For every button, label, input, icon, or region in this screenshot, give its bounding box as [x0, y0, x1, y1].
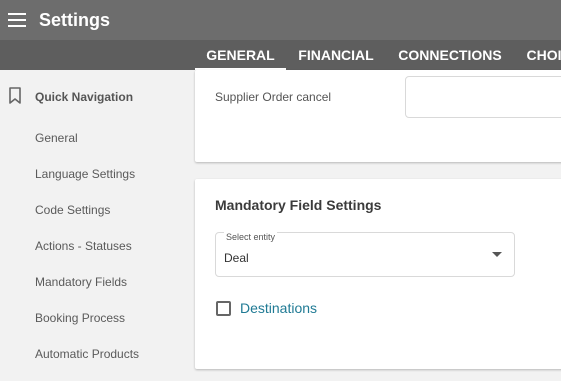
sidebar-item-general[interactable]: General: [35, 128, 78, 148]
tab-financial[interactable]: FINANCIAL: [286, 40, 386, 70]
select-entity-dropdown[interactable]: Select entity Deal: [215, 231, 515, 277]
hamburger-menu-icon: [8, 13, 26, 27]
select-entity-label: Select entity: [224, 231, 278, 243]
tab-connections[interactable]: CONNECTIONS: [386, 40, 514, 70]
destinations-checkbox[interactable]: [216, 300, 231, 316]
destinations-label[interactable]: Destinations: [240, 300, 317, 316]
destinations-checkbox-row[interactable]: Destinations: [216, 299, 317, 317]
tab-general[interactable]: GENERAL: [195, 40, 286, 70]
select-entity-value: Deal: [224, 251, 249, 265]
page-title: Settings: [39, 9, 111, 30]
tab-bar: GENERAL FINANCIAL CONNECTIONS CHOI: [0, 40, 561, 70]
sidebar-item-automatic-products[interactable]: Automatic Products: [35, 344, 139, 364]
app-root: Settings GENERAL FINANCIAL CONNECTIONS C…: [0, 0, 561, 381]
mandatory-field-settings-card: Mandatory Field Settings Select entity D…: [195, 179, 561, 369]
quick-navigation-title: Quick Navigation: [35, 90, 134, 104]
quick-navigation-sidebar: Quick Navigation General Language Settin…: [0, 70, 195, 381]
sidebar-item-language-settings[interactable]: Language Settings: [35, 164, 135, 184]
tab-choices[interactable]: CHOI: [514, 40, 561, 70]
sidebar-item-booking-process[interactable]: Booking Process: [35, 308, 125, 328]
supplier-order-card: Supplier Order cancel: [195, 70, 561, 162]
app-bar: Settings: [0, 0, 561, 40]
sidebar-item-code-settings[interactable]: Code Settings: [35, 200, 110, 220]
supplier-order-cancel-label: Supplier Order cancel: [215, 90, 332, 104]
menu-button[interactable]: [0, 0, 34, 40]
supplier-order-cancel-input[interactable]: [405, 76, 561, 118]
dropdown-arrow-icon: [492, 252, 502, 257]
section-title: Mandatory Field Settings: [215, 197, 382, 213]
sidebar-item-actions-statuses[interactable]: Actions - Statuses: [35, 236, 132, 256]
bookmark-icon: [9, 87, 21, 104]
sidebar-item-mandatory-fields[interactable]: Mandatory Fields: [35, 272, 127, 292]
quick-navigation-header: Quick Navigation: [0, 82, 195, 112]
